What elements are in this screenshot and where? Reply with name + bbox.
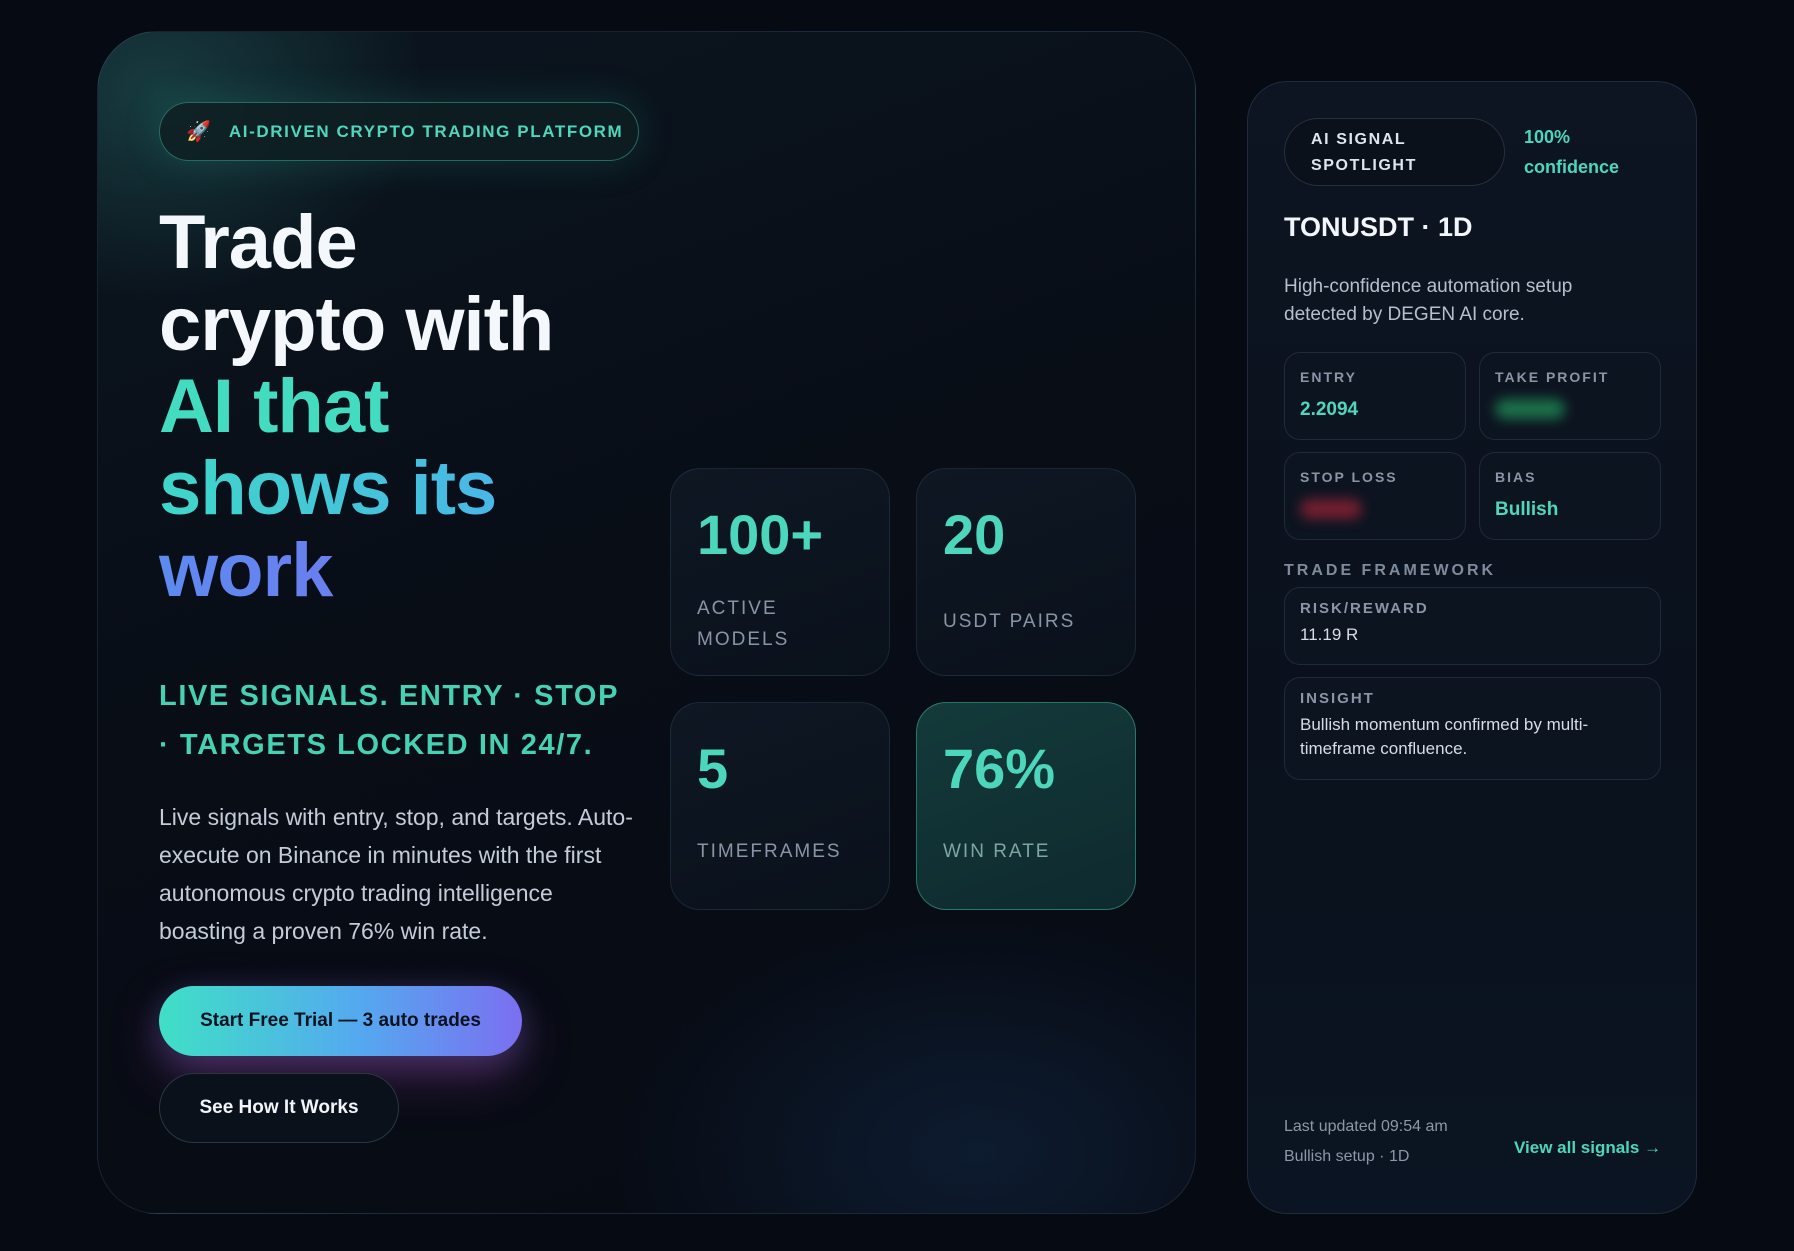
- signal-meta: Last updated 09:54 am Bullish setup · 1D: [1284, 1112, 1448, 1172]
- entry-box: ENTRY 2.2094: [1284, 352, 1466, 440]
- rocket-icon: 🚀: [186, 120, 211, 143]
- take-profit-box: TAKE PROFIT: [1479, 352, 1661, 440]
- see-how-it-works-button[interactable]: See How It Works: [159, 1073, 399, 1143]
- headline-line-2: crypto with: [159, 282, 554, 367]
- setup-note-text: Bullish setup · 1D: [1284, 1148, 1410, 1165]
- entry-value: 2.2094: [1300, 399, 1359, 420]
- headline-line-3: AI that: [159, 364, 389, 449]
- stat-value: 5: [697, 737, 729, 800]
- headline-line-4: shows its: [159, 448, 553, 530]
- hero-headline: Trade crypto with AI that shows its work: [159, 200, 554, 612]
- hero-card: 🚀 AI-DRIVEN CRYPTO TRADING PLATFORM Trad…: [97, 31, 1196, 1214]
- trade-framework-heading: TRADE FRAMEWORK: [1284, 562, 1497, 579]
- risk-reward-label: RISK/REWARD: [1300, 600, 1429, 617]
- platform-badge: 🚀 AI-DRIVEN CRYPTO TRADING PLATFORM: [159, 102, 639, 161]
- stat-label: USDT PAIRS: [943, 611, 1076, 632]
- stat-card-usdt-pairs: 20 USDT PAIRS: [916, 468, 1136, 676]
- stop-loss-label: STOP LOSS: [1300, 469, 1398, 485]
- spotlight-badge: AI SIGNAL SPOTLIGHT: [1284, 118, 1505, 186]
- stat-label: ACTIVE MODELS: [697, 598, 790, 650]
- confidence-badge: 100% confidence: [1524, 127, 1620, 177]
- bias-value: Bullish: [1495, 499, 1559, 520]
- stat-value: 100+: [697, 503, 824, 566]
- headline-line-5: work: [159, 530, 553, 612]
- take-profit-label: TAKE PROFIT: [1495, 369, 1610, 385]
- stop-loss-value-blurred: [1300, 499, 1362, 519]
- stat-value: 20: [943, 503, 1006, 566]
- insight-value: Bullish momentum confirmed by multi-time…: [1300, 715, 1589, 758]
- view-all-signals-link[interactable]: View all signals →: [1514, 1138, 1661, 1158]
- last-updated-text: Last updated 09:54 am: [1284, 1118, 1448, 1135]
- stat-card-win-rate: 76% WIN RATE: [916, 702, 1136, 910]
- insight-box: INSIGHT Bullish momentum confirmed by mu…: [1284, 677, 1661, 780]
- platform-badge-label: AI-DRIVEN CRYPTO TRADING PLATFORM: [228, 121, 624, 141]
- insight-label: INSIGHT: [1300, 690, 1375, 707]
- signal-description: High-confidence automation setup detecte…: [1284, 276, 1573, 325]
- stat-card-timeframes: 5 TIMEFRAMES: [670, 702, 890, 910]
- stop-loss-box: STOP LOSS: [1284, 452, 1466, 540]
- stat-card-active-models: 100+ ACTIVE MODELS: [670, 468, 890, 676]
- signal-pair-title: TONUSDT · 1D: [1284, 212, 1473, 242]
- stat-value: 76%: [943, 737, 1056, 800]
- bias-label: BIAS: [1495, 469, 1537, 485]
- risk-reward-box: RISK/REWARD 11.19 R: [1284, 587, 1661, 665]
- hero-tagline: LIVE SIGNALS. ENTRY · STOP · TARGETS LOC…: [159, 680, 619, 761]
- hero-description: Live signals with entry, stop, and targe…: [159, 804, 633, 944]
- stat-label: TIMEFRAMES: [697, 841, 842, 862]
- risk-reward-value: 11.19 R: [1300, 625, 1359, 644]
- stat-label: WIN RATE: [943, 841, 1051, 862]
- start-free-trial-button[interactable]: Start Free Trial — 3 auto trades: [159, 986, 522, 1056]
- entry-label: ENTRY: [1300, 369, 1357, 385]
- bias-box: BIAS Bullish: [1479, 452, 1661, 540]
- headline-line-1: Trade: [159, 200, 358, 285]
- take-profit-value-blurred: [1495, 399, 1565, 419]
- signal-spotlight-card: AI SIGNAL SPOTLIGHT 100% confidence TONU…: [1247, 81, 1697, 1214]
